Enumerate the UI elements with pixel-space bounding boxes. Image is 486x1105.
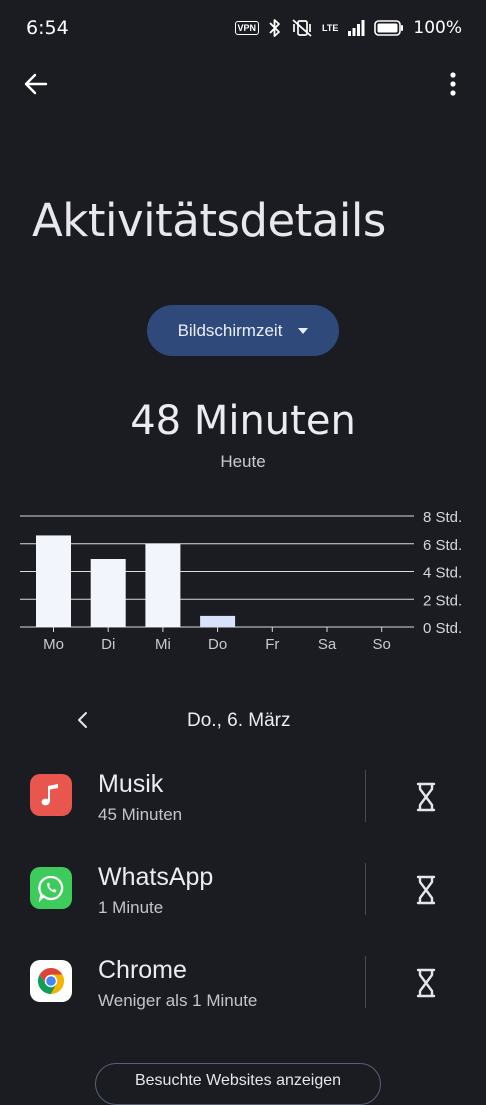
status-bar: 6:54 VPN LTE 100% [0, 0, 486, 56]
hourglass-icon[interactable] [412, 966, 440, 1000]
x-tick-label: Mo [43, 636, 64, 653]
usage-bar-chart: 0 Std. 2 Std. 4 Std. 6 Std. 8 Std. Mo Di Mi Do Fr… [20, 509, 462, 653]
period-label: Heute [220, 452, 266, 471]
bar-di[interactable] [90, 559, 126, 627]
y-tick-label: 4 Std. [423, 565, 462, 582]
y-tick-label: 6 Std. [423, 537, 462, 554]
page-title: Aktivitätsdetails [32, 194, 386, 247]
status-icons: VPN LTE 100% [234, 17, 462, 39]
mute-vibrate-icon [292, 19, 312, 37]
more-options-icon[interactable] [440, 70, 466, 98]
battery-icon [374, 20, 404, 36]
date-navigator: Do., 6. März [0, 703, 486, 737]
chrome-icon [30, 960, 72, 1002]
vpn-icon: VPN [234, 21, 260, 35]
bar-mo[interactable] [36, 535, 71, 627]
app-usage-time: 45 Minuten [98, 805, 183, 824]
x-tick-label: So [373, 636, 391, 653]
metric-dropdown-label: Bildschirmzeit [177, 320, 283, 340]
whatsapp-icon [30, 867, 72, 909]
chevron-down-icon [298, 327, 309, 334]
metric-dropdown[interactable]: Bildschirmzeit [147, 305, 339, 356]
chevron-left-icon[interactable] [70, 705, 96, 735]
x-tick-label: Fr [265, 636, 279, 653]
music-note-icon [30, 774, 72, 816]
total-usage: 48 Minuten [130, 398, 356, 444]
y-tick-label: 8 Std. [423, 509, 462, 526]
app-usage-time: 1 Minute [98, 898, 164, 917]
app-name: WhatsApp [98, 863, 214, 891]
x-tick-label: Di [101, 636, 115, 653]
app-usage-time: Weniger als 1 Minute [98, 991, 258, 1010]
hourglass-icon[interactable] [412, 873, 440, 907]
hourglass-icon[interactable] [412, 780, 440, 814]
divider [365, 770, 366, 822]
battery-percentage: 100% [413, 18, 462, 38]
app-name: Musik [98, 770, 164, 798]
app-row-chrome[interactable]: Chrome Weniger als 1 Minute [0, 944, 486, 1032]
x-tick-label: Do [208, 636, 227, 653]
signal-icon [348, 20, 365, 36]
lte-indicator: LTE [322, 22, 339, 33]
app-row-musik[interactable]: Musik 45 Minuten [0, 758, 486, 846]
clock: 6:54 [26, 17, 69, 39]
visited-websites-button[interactable]: Besuchte Websites anzeigen [95, 1063, 381, 1105]
back-arrow-icon[interactable] [22, 70, 50, 98]
selected-date: Do., 6. März [187, 710, 291, 731]
bar-do[interactable] [200, 615, 236, 627]
bluetooth-icon [269, 19, 280, 37]
y-tick-label: 0 Std. [423, 620, 462, 637]
x-tick-label: Mi [155, 636, 171, 653]
app-name: Chrome [98, 956, 187, 984]
divider [365, 956, 366, 1008]
divider [365, 863, 366, 915]
x-tick-label: Sa [318, 636, 337, 653]
bar-mi[interactable] [145, 543, 181, 627]
app-row-whatsapp[interactable]: WhatsApp 1 Minute [0, 851, 486, 939]
y-tick-label: 2 Std. [423, 592, 462, 609]
